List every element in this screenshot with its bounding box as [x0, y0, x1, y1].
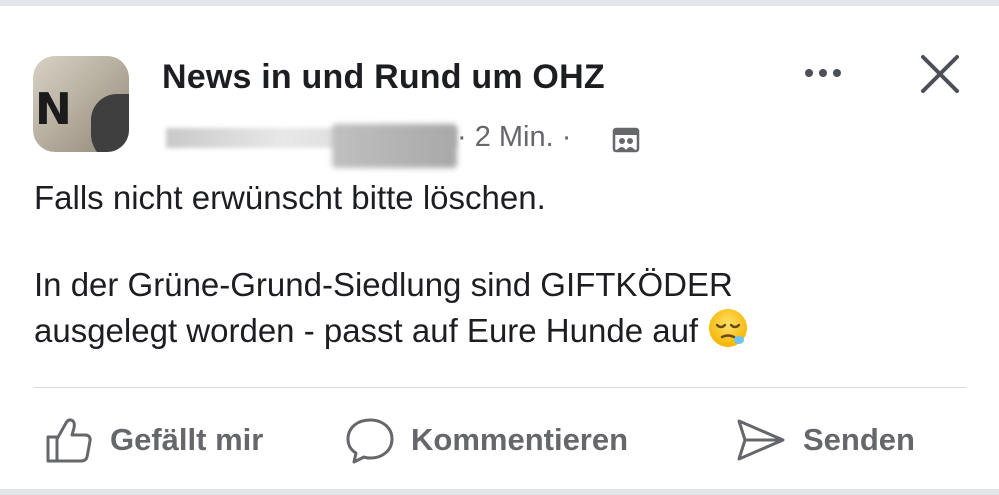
page-avatar[interactable]: N — [33, 56, 129, 152]
redacted-author-block — [332, 124, 457, 168]
avatar-redaction — [91, 94, 129, 152]
thumbs-up-icon — [46, 418, 92, 463]
comment-bubble-icon — [346, 418, 394, 464]
post-text-line: ausgelegt worden - passt auf Eure Hunde … — [34, 306, 954, 352]
send-label: Senden — [803, 422, 915, 457]
action-divider — [34, 387, 966, 388]
comment-button[interactable]: Kommentieren — [343, 410, 628, 470]
more-horizontal-icon[interactable] — [797, 58, 849, 88]
close-icon[interactable] — [914, 48, 966, 100]
post-card: N News in und Rund um OHZ · 2 Min. · Fal… — [0, 6, 999, 489]
post-meta: · 2 Min. · — [162, 114, 662, 168]
like-label: Gefällt mir — [110, 422, 264, 457]
post-text-line: Falls nicht erwünscht bitte löschen. — [34, 179, 546, 216]
comment-label: Kommentieren — [411, 422, 629, 457]
page-name-link[interactable]: News in und Rund um OHZ — [162, 58, 605, 97]
sleepy-face-emoji — [709, 309, 748, 347]
like-button[interactable]: Gefällt mir — [42, 410, 263, 470]
post-body: Falls nicht erwünscht bitte löschen. In … — [34, 176, 954, 352]
avatar-letters: N — [35, 84, 72, 135]
post-text-fragment: ausgelegt worden - passt auf Eure Hunde … — [34, 312, 699, 349]
send-button[interactable]: Senden — [733, 410, 915, 470]
send-arrow-icon — [737, 419, 785, 461]
post-text-line: In der Grüne-Grund-Siedlung sind GIFTKÖD… — [34, 266, 733, 303]
group-icon — [612, 127, 640, 153]
post-timestamp[interactable]: · 2 Min. · — [457, 121, 571, 154]
